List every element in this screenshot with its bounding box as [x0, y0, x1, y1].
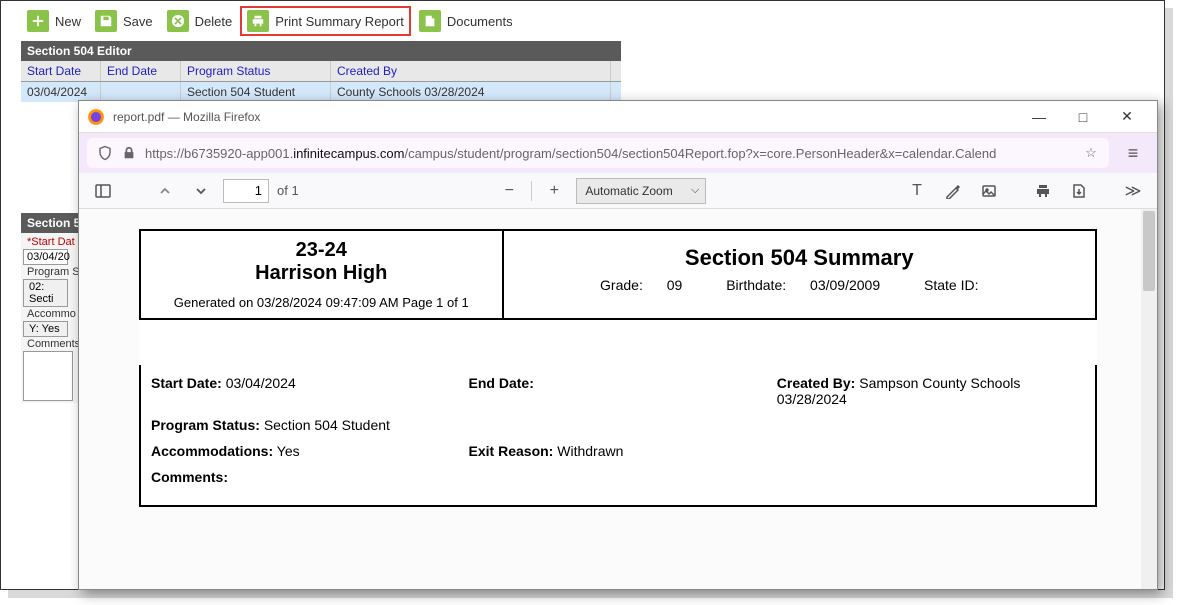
page-of-label: of 1 [277, 183, 299, 198]
url-bar[interactable]: https://b6735920-app001.infinitecampus.c… [87, 138, 1109, 168]
download-icon[interactable] [1065, 177, 1093, 205]
text-tool-icon[interactable]: T [903, 177, 931, 205]
delete-icon [167, 10, 189, 32]
report-meta: Grade: 09 Birthdate: 03/09/2009 State ID… [512, 277, 1087, 293]
save-button[interactable]: Save [89, 7, 159, 35]
prev-page-icon[interactable] [151, 177, 179, 205]
report-end-date: End Date: [469, 375, 777, 407]
main-toolbar: New Save Delete Print Summary Report Doc… [1, 1, 1164, 41]
plus-icon [27, 10, 49, 32]
save-label: Save [123, 14, 153, 29]
col-program-status[interactable]: Program Status [181, 61, 331, 81]
program-status-select[interactable]: 02: Secti [23, 279, 68, 307]
report-comments: Comments: [151, 469, 228, 485]
page-number-input[interactable] [223, 179, 269, 203]
close-button[interactable]: ✕ [1105, 103, 1149, 131]
report-exit-reason: Exit Reason: Withdrawn [469, 443, 1085, 459]
editor-title: Section 504 Editor [21, 41, 621, 61]
accommodations-select[interactable]: Y: Yes [23, 321, 68, 337]
vertical-scrollbar[interactable] [1141, 209, 1157, 589]
zoom-out-icon[interactable]: − [495, 177, 523, 205]
delete-label: Delete [195, 14, 233, 29]
documents-icon [419, 10, 441, 32]
col-end-date[interactable]: End Date [101, 61, 181, 81]
delete-button[interactable]: Delete [161, 7, 239, 35]
documents-button[interactable]: Documents [413, 7, 519, 35]
window-title: report.pdf — Mozilla Firefox [113, 110, 1017, 124]
col-created-by[interactable]: Created By [331, 61, 611, 81]
maximize-button[interactable]: □ [1061, 103, 1105, 131]
hamburger-menu[interactable]: ≡ [1117, 137, 1149, 169]
window-titlebar[interactable]: report.pdf — Mozilla Firefox — □ ✕ [79, 101, 1157, 133]
new-label: New [55, 14, 81, 29]
sidebar-toggle-icon[interactable] [89, 177, 117, 205]
draw-tool-icon[interactable] [939, 177, 967, 205]
save-icon [95, 10, 117, 32]
print-label: Print Summary Report [275, 14, 404, 29]
documents-label: Documents [447, 14, 513, 29]
lock-icon [121, 145, 137, 161]
report-year: 23-24 [149, 239, 494, 262]
report-title: Section 504 Summary [512, 245, 1087, 271]
pdf-popup-window: report.pdf — Mozilla Firefox — □ ✕ https… [78, 100, 1158, 590]
print-pdf-icon[interactable] [1029, 177, 1057, 205]
scrollbar-thumb[interactable] [1143, 211, 1155, 291]
pdf-viewport[interactable]: 23-24 Harrison High Generated on 03/28/2… [79, 209, 1157, 589]
minimize-button[interactable]: — [1017, 103, 1061, 131]
pdf-toolbar: of 1 − + Automatic Zoom T ≫ [79, 173, 1157, 209]
cell-end-date [101, 82, 181, 102]
shield-icon [97, 145, 113, 161]
next-page-icon[interactable] [187, 177, 215, 205]
firefox-icon [87, 108, 105, 126]
cell-start-date: 03/04/2024 [21, 82, 101, 102]
image-tool-icon[interactable] [975, 177, 1003, 205]
star-icon[interactable]: ☆ [1083, 145, 1099, 161]
tools-menu-icon[interactable]: ≫ [1119, 177, 1147, 205]
cell-created-by: County Schools 03/28/2024 [331, 82, 611, 102]
pdf-report-page: 23-24 Harrison High Generated on 03/28/2… [139, 229, 1097, 507]
new-button[interactable]: New [21, 7, 87, 35]
report-program-status: Program Status: Section 504 Student [151, 417, 1085, 433]
comments-textarea[interactable] [23, 351, 73, 401]
zoom-select[interactable]: Automatic Zoom [576, 178, 706, 204]
report-start-date: Start Date: 03/04/2024 [151, 375, 469, 407]
col-start-date[interactable]: Start Date [21, 61, 101, 81]
zoom-in-icon[interactable]: + [540, 177, 568, 205]
report-accommodations: Accommodations: Yes [151, 443, 469, 459]
report-generated: Generated on 03/28/2024 09:47:09 AM Page… [149, 295, 494, 310]
print-icon [247, 10, 269, 32]
print-summary-button[interactable]: Print Summary Report [240, 6, 411, 36]
cell-program-status: Section 504 Student [181, 82, 331, 102]
start-date-input[interactable]: 03/04/20 [23, 249, 68, 265]
editor-header-row: Start Date End Date Program Status Creat… [21, 61, 621, 82]
report-school: Harrison High [149, 262, 494, 285]
report-created-by: Created By: Sampson County Schools 03/28… [777, 375, 1085, 407]
url-bar-row: https://b6735920-app001.infinitecampus.c… [79, 133, 1157, 173]
url-text: https://b6735920-app001.infinitecampus.c… [145, 146, 996, 161]
editor-row[interactable]: 03/04/2024 Section 504 Student County Sc… [21, 82, 621, 102]
